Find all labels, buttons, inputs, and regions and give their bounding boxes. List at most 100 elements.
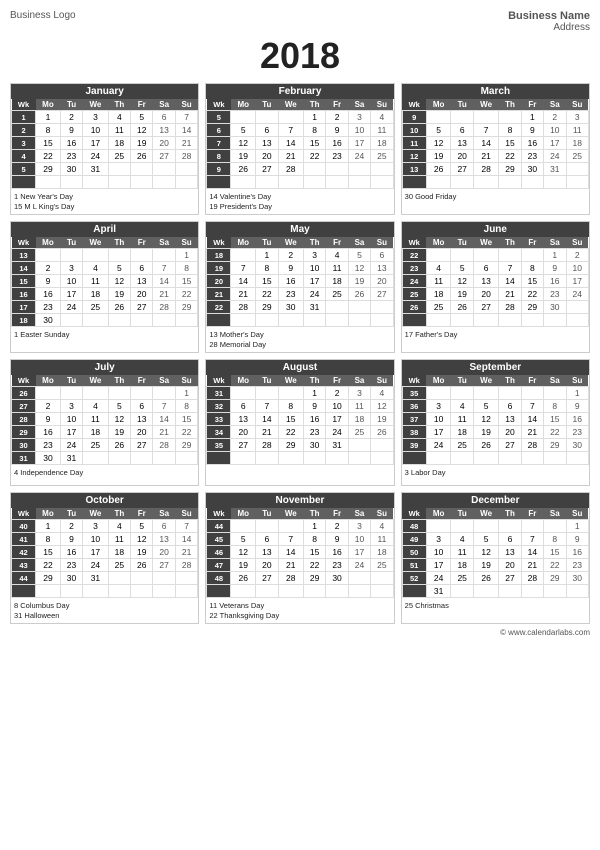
day-cell: 6 xyxy=(499,400,521,413)
day-cell xyxy=(108,249,130,262)
day-cell: 15 xyxy=(278,413,303,426)
week-number: 24 xyxy=(402,275,426,288)
day-cell: 10 xyxy=(326,400,348,413)
day-cell: 20 xyxy=(131,288,153,301)
day-cell: 5 xyxy=(473,400,498,413)
day-cell: 28 xyxy=(231,301,256,314)
day-cell: 17 xyxy=(544,137,566,150)
day-cell xyxy=(256,111,278,124)
day-cell xyxy=(451,314,473,327)
day-cell: 17 xyxy=(326,413,348,426)
day-cell: 13 xyxy=(499,546,521,559)
month-block-february: FebruaryWkMoTuWeThFrSaSu5123465678910117… xyxy=(205,83,394,215)
day-cell: 26 xyxy=(348,288,370,301)
week-number: 9 xyxy=(207,163,231,176)
day-cell: 6 xyxy=(256,533,278,546)
day-header: Fr xyxy=(131,237,153,249)
week-number: 42 xyxy=(12,546,36,559)
month-block-september: SeptemberWkMoTuWeThFrSaSu351363456789371… xyxy=(401,359,590,486)
day-cell: 15 xyxy=(521,275,543,288)
day-cell: 16 xyxy=(521,137,543,150)
day-cell: 16 xyxy=(303,413,325,426)
calendar-grid: JanuaryWkMoTuWeThFrSaSu11234567289101112… xyxy=(10,83,590,624)
day-cell: 8 xyxy=(303,124,325,137)
day-cell: 1 xyxy=(521,111,543,124)
day-cell xyxy=(153,249,175,262)
day-cell: 23 xyxy=(326,559,348,572)
day-cell xyxy=(278,520,303,533)
day-cell: 14 xyxy=(521,413,543,426)
day-cell xyxy=(451,387,473,400)
day-cell xyxy=(303,314,325,327)
holidays-list: 1 New Year's Day15 M L King's Day xyxy=(11,189,198,214)
day-cell: 4 xyxy=(451,533,473,546)
month-table: WkMoTuWeThFrSaSu311234326789101112331314… xyxy=(206,375,393,465)
day-cell: 16 xyxy=(36,426,61,439)
day-cell: 30 xyxy=(521,163,543,176)
business-info: Business Name Address xyxy=(508,10,590,33)
holiday-item: 8 Columbus Day xyxy=(14,601,195,610)
day-cell: 7 xyxy=(231,262,256,275)
day-cell: 31 xyxy=(83,572,108,585)
day-header: Sa xyxy=(544,375,566,387)
day-cell: 16 xyxy=(326,137,348,150)
day-cell xyxy=(326,314,348,327)
day-cell xyxy=(231,249,256,262)
day-header: We xyxy=(473,237,498,249)
day-cell: 27 xyxy=(256,163,278,176)
day-cell xyxy=(175,585,197,598)
day-cell: 1 xyxy=(566,387,588,400)
day-header: Sa xyxy=(544,99,566,111)
business-address: Address xyxy=(508,22,590,33)
day-cell: 5 xyxy=(426,124,451,137)
day-cell: 30 xyxy=(303,439,325,452)
day-cell: 15 xyxy=(256,275,278,288)
day-cell xyxy=(108,585,130,598)
day-cell: 30 xyxy=(278,301,303,314)
day-cell: 22 xyxy=(521,288,543,301)
day-cell xyxy=(231,111,256,124)
day-cell: 16 xyxy=(278,275,303,288)
day-cell: 22 xyxy=(499,150,521,163)
day-cell: 2 xyxy=(278,249,303,262)
day-cell: 13 xyxy=(256,546,278,559)
day-cell xyxy=(473,452,498,465)
day-cell: 10 xyxy=(426,413,451,426)
day-cell: 2 xyxy=(326,111,348,124)
day-cell xyxy=(326,176,348,189)
day-cell: 14 xyxy=(256,413,278,426)
day-cell: 28 xyxy=(499,301,521,314)
day-cell: 10 xyxy=(83,124,108,137)
day-cell: 14 xyxy=(473,137,498,150)
day-cell: 14 xyxy=(153,413,175,426)
day-cell xyxy=(426,111,451,124)
day-cell: 10 xyxy=(303,262,325,275)
day-header: Tu xyxy=(60,375,82,387)
holiday-item: 30 Good Friday xyxy=(405,192,586,201)
day-cell: 8 xyxy=(499,124,521,137)
month-table: WkMoTuWeThFrSaSu221223456789102411121314… xyxy=(402,237,589,327)
day-cell: 7 xyxy=(256,400,278,413)
day-cell: 7 xyxy=(175,111,197,124)
day-cell: 12 xyxy=(348,262,370,275)
day-cell: 7 xyxy=(175,520,197,533)
holiday-item: 4 Independence Day xyxy=(14,468,195,477)
day-cell xyxy=(60,249,82,262)
day-cell xyxy=(131,314,153,327)
day-cell: 21 xyxy=(278,559,303,572)
holiday-item: 17 Father's Day xyxy=(405,330,586,339)
week-number: 15 xyxy=(12,275,36,288)
day-header: We xyxy=(278,237,303,249)
day-cell: 28 xyxy=(521,439,543,452)
day-header: Tu xyxy=(256,99,278,111)
day-cell: 26 xyxy=(473,439,498,452)
day-cell: 12 xyxy=(473,546,498,559)
month-title: February xyxy=(206,84,393,99)
month-title: July xyxy=(11,360,198,375)
page-header: Business Logo Business Name Address xyxy=(10,10,590,33)
day-cell: 25 xyxy=(83,439,108,452)
day-cell xyxy=(108,387,130,400)
day-header: Th xyxy=(303,508,325,520)
day-header: Fr xyxy=(326,375,348,387)
day-cell xyxy=(256,387,278,400)
